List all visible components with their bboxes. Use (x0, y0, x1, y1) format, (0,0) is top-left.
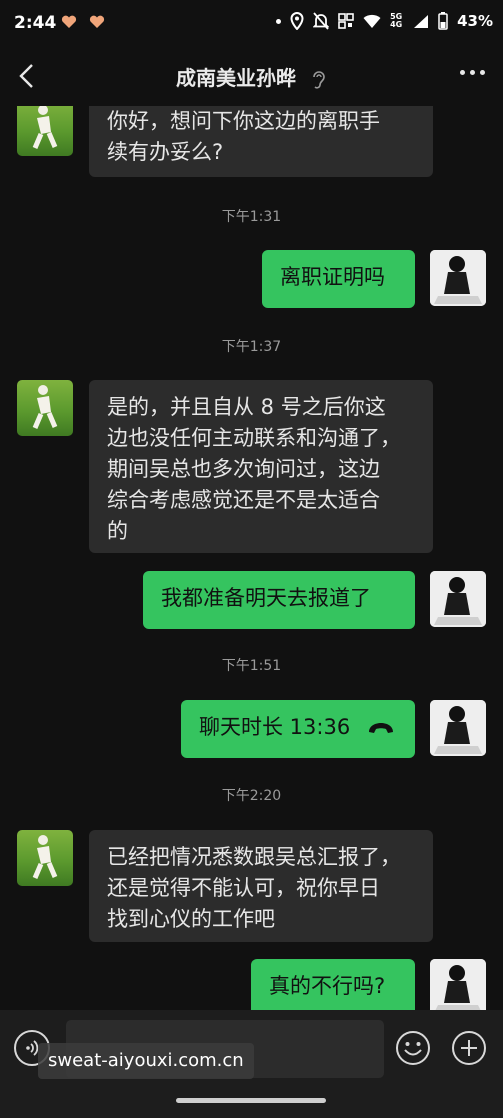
contact-avatar[interactable] (17, 106, 73, 156)
heart-notification-icon (89, 15, 105, 28)
contact-avatar[interactable] (17, 380, 73, 436)
message-line: 是的，并且自从 8 号之后你这 (107, 395, 386, 419)
mute-icon (313, 12, 330, 30)
message-timestamp: 下午2:20 (221, 788, 282, 804)
outgoing-message-bubble[interactable]: 真的不行吗? (251, 959, 415, 1010)
message-line: 还是觉得不能认可，祝你早日 (107, 876, 380, 900)
plus-icon[interactable] (451, 1030, 487, 1066)
incoming-message-bubble[interactable]: 是的，并且自从 8 号之后你这 边也没任何主动联系和沟通了， 期间吴总也多次询问… (89, 380, 433, 553)
message-list[interactable]: 你好，想问下你这边的离职手 续有办妥么? 下午1:31 离职证明吗 下午1:37… (0, 106, 503, 1010)
contact-avatar[interactable] (17, 830, 73, 886)
message-text: 真的不行吗? (269, 974, 386, 998)
chat-title-wrap[interactable]: 成南美业孙晔 (0, 62, 503, 91)
my-avatar[interactable] (430, 959, 486, 1010)
message-timestamp: 下午1:51 (221, 658, 282, 674)
person-sitting-figure (430, 959, 486, 1010)
emoji-icon[interactable] (395, 1030, 431, 1066)
outgoing-message-bubble[interactable]: 离职证明吗 (262, 250, 415, 308)
watermark-text: sweat-aiyouxi.com.cn (38, 1043, 254, 1079)
person-sitting-figure (430, 700, 486, 756)
phone-handset-icon (368, 723, 393, 733)
outgoing-message-bubble[interactable]: 我都准备明天去报道了 (143, 571, 415, 629)
my-avatar[interactable] (430, 250, 486, 306)
message-line: 综合考虑感觉还是不是太适合 (107, 488, 380, 512)
incoming-message-bubble[interactable]: 你好，想问下你这边的离职手 续有办妥么? (89, 106, 433, 177)
person-running-figure (32, 385, 58, 429)
message-line: 找到心仪的工作吧 (107, 907, 275, 931)
chat-header: 成南美业孙晔 (0, 48, 503, 106)
more-icon[interactable] (460, 70, 485, 75)
person-sitting-figure (430, 571, 486, 627)
message-line: 你好，想问下你这边的离职手 (107, 109, 380, 133)
message-line: 边也没任何主动联系和沟通了， (107, 426, 401, 450)
person-sitting-figure (430, 250, 486, 306)
wifi-icon (363, 14, 381, 28)
message-line: 的 (107, 519, 128, 543)
chat-title: 成南美业孙晔 (176, 66, 297, 90)
wechat-chat-screen: 2:44 5G 4G 43% 成南美业孙晔 你好，想问下你这边的离职手 续有办妥… (0, 0, 503, 1118)
status-icons: 5G 4G 43% (276, 12, 493, 30)
message-timestamp: 下午1:37 (221, 339, 282, 355)
heart-notification-icon (61, 15, 77, 28)
message-line: 已经把情况悉数跟吴总汇报了， (107, 845, 401, 869)
message-timestamp: 下午1:31 (221, 209, 282, 225)
message-line: 续有办妥么? (107, 140, 224, 164)
message-line: 期间吴总也多次询问过，这边 (107, 457, 380, 481)
incoming-message-bubble[interactable]: 已经把情况悉数跟吴总汇报了， 还是觉得不能认可，祝你早日 找到心仪的工作吧 (89, 830, 433, 942)
status-time: 2:44 (14, 13, 57, 33)
message-text: 我都准备明天去报道了 (161, 586, 371, 610)
my-avatar[interactable] (430, 700, 486, 756)
home-indicator[interactable] (176, 1098, 326, 1103)
network-label: 5G 4G (390, 12, 403, 29)
message-text: 离职证明吗 (280, 265, 385, 289)
dot-icon (276, 18, 282, 24)
person-running-figure (32, 835, 58, 879)
status-bar: 2:44 5G 4G 43% (0, 0, 503, 48)
call-duration-text: 聊天时长 13:36 (199, 715, 351, 739)
my-avatar[interactable] (430, 571, 486, 627)
battery-level: 43% (457, 12, 493, 30)
location-icon (290, 12, 304, 30)
battery-icon (438, 12, 448, 30)
person-running-figure (32, 106, 58, 149)
voice-call-record-bubble[interactable]: 聊天时长 13:36 (181, 700, 415, 758)
ear-icon (313, 70, 325, 89)
nfc-icon (338, 13, 354, 29)
signal-icon (414, 14, 429, 28)
